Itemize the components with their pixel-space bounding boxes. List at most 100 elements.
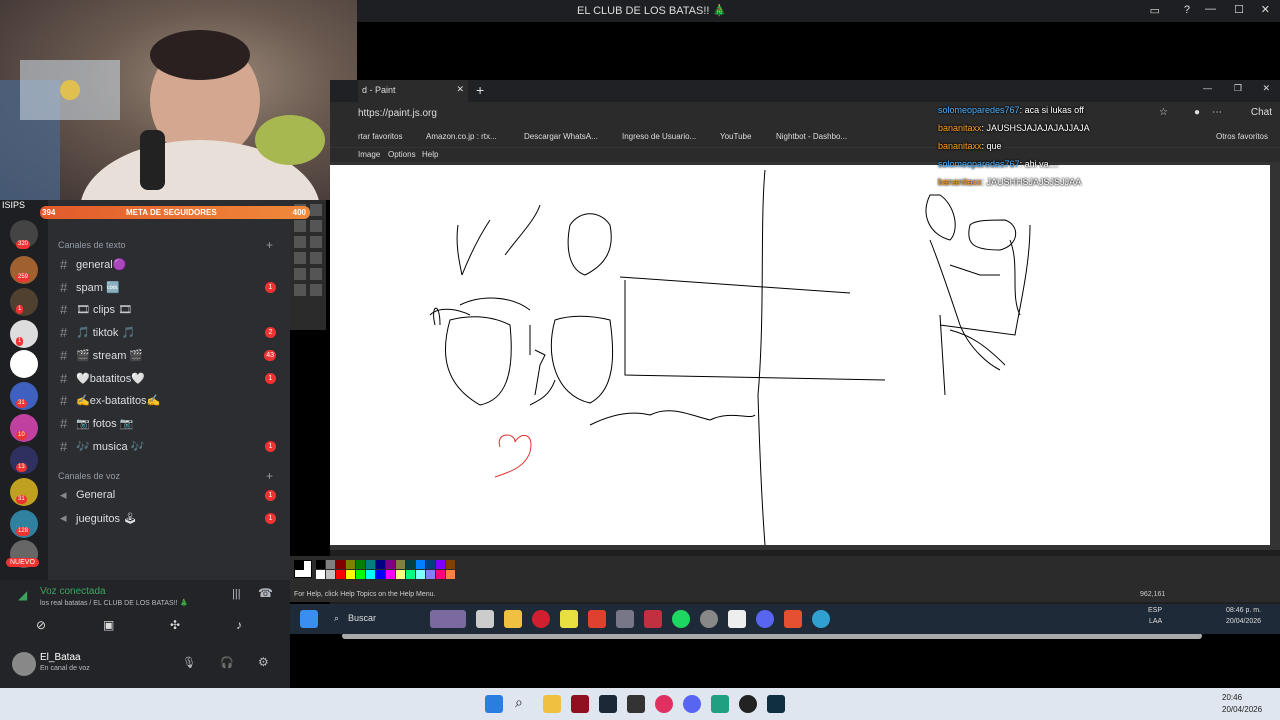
channel-fotos[interactable]: # 📷 fotos 📷 [60,413,278,433]
profile-icon[interactable]: ● [1194,107,1200,118]
palette-swatch[interactable] [366,560,375,569]
office-icon[interactable] [588,610,606,628]
bookmark-3[interactable]: Descargar WhatsA... [524,132,598,141]
palette-swatch[interactable] [366,570,375,579]
palette-swatch[interactable] [426,560,435,569]
star-icon[interactable]: ☆ [1159,107,1168,118]
palette-grid[interactable] [316,560,455,579]
channel-stream[interactable]: # 🎬 stream 🎬 43 [60,345,278,365]
steam-icon[interactable] [700,610,718,628]
voice-category[interactable]: Canales de voz [58,471,120,481]
channel-spam[interactable]: # spam 🆒 1 [60,277,278,297]
close-icon[interactable]: ✕ [1262,83,1270,94]
server-icon[interactable] [10,350,38,378]
obs-icon[interactable] [739,695,757,713]
soundboard-icon[interactable]: ♪ [236,618,242,632]
maximize-icon[interactable]: ☐ [1234,3,1244,16]
palette-swatch[interactable] [376,560,385,569]
palette-swatch[interactable] [326,560,335,569]
palette-swatch[interactable] [446,560,455,569]
opera-icon[interactable] [532,610,550,628]
steam-icon[interactable] [599,695,617,713]
palette-swatch[interactable] [436,560,445,569]
browser-tab[interactable]: d - Paint ✕ [358,80,468,102]
activities-icon[interactable]: ✣ [170,618,180,632]
add-voice-channel-icon[interactable]: + [266,469,273,483]
vm-date[interactable]: 20/04/2026 [1226,618,1261,625]
voice-location[interactable]: los real batatas / EL CLUB DE LOS BATAS!… [40,599,188,607]
search-icon[interactable]: ⌕ [334,613,339,624]
win-time[interactable]: 20:46 [1222,693,1242,702]
channel-general[interactable]: # general🟣 [60,254,278,274]
palette-swatch[interactable] [326,570,335,579]
palette-swatch[interactable] [406,560,415,569]
camera-off-icon[interactable]: ⊘ [36,618,46,632]
app-icon[interactable] [711,695,729,713]
bookmark-1[interactable]: rtar favoritos [358,132,402,141]
inbox-icon[interactable]: ▭ [1150,4,1160,17]
palette-swatch[interactable] [416,570,425,579]
palette-swatch[interactable] [386,570,395,579]
text-category[interactable]: Canales de texto [58,240,126,250]
taskview-icon[interactable] [476,610,494,628]
bookmark-5[interactable]: YouTube [720,132,751,141]
disconnect-icon[interactable]: ☎ [258,586,273,600]
channel-clips[interactable]: # 🎞 clips 🎞 [60,299,278,319]
folder-icon[interactable] [504,610,522,628]
restore-icon[interactable]: ❐ [1234,83,1242,94]
brave-icon[interactable] [784,610,802,628]
voice-channel-general[interactable]: ◂ General 1 [60,485,278,505]
user-name[interactable]: El_Bataa [40,652,81,663]
headphones-icon[interactable]: 🎧 [220,656,234,669]
palette-swatch[interactable] [346,570,355,579]
palette-swatch[interactable] [316,560,325,569]
vm-time[interactable]: 08:46 p. m. [1226,607,1261,614]
mic-icon[interactable]: 🎙 [182,656,196,669]
discord-icon[interactable] [756,610,774,628]
chat-button[interactable]: Chat [1251,107,1272,118]
notes-icon[interactable] [560,610,578,628]
channel-musica[interactable]: # 🎶 musica 🎶 1 [60,436,278,456]
noise-icon[interactable]: ||| [232,588,241,600]
folder-icon[interactable] [543,695,561,713]
discord-icon[interactable] [683,695,701,713]
palette-swatch[interactable] [336,560,345,569]
notion-icon[interactable] [728,610,746,628]
palette-swatch[interactable] [356,570,365,579]
start-icon[interactable] [485,695,503,713]
address-bar[interactable]: https://paint.js.org ☆ ● ⋯ Chat [330,102,1280,126]
channel-batatitos[interactable]: # 🤍batatitos🤍 1 [60,368,278,388]
server-icon[interactable] [10,288,38,316]
add-channel-icon[interactable]: + [266,238,273,252]
paint-canvas[interactable] [330,165,1270,639]
voice-channel-jueguitos[interactable]: ◂ jueguitos 🕹 1 [60,508,278,528]
minimize-icon[interactable]: — [1203,83,1212,93]
server-icon[interactable] [10,320,38,348]
epic-icon[interactable] [627,695,645,713]
palette-swatch[interactable] [316,570,325,579]
win-date[interactable]: 20/04/2026 [1222,705,1262,714]
palette-swatch[interactable] [436,570,445,579]
opera-icon[interactable] [571,695,589,713]
gear-icon[interactable]: ⚙ [258,655,269,669]
palette-swatch[interactable] [356,560,365,569]
edge-icon[interactable] [812,610,830,628]
bookmark-6[interactable]: Nightbot - Dashbo... [776,132,847,141]
voicemeeter-icon[interactable] [644,610,662,628]
bookmark-2[interactable]: Amazon.co.jp : rtx... [426,132,497,141]
media-icon[interactable] [655,695,673,713]
other-bookmarks[interactable]: Otros favoritos [1216,132,1268,141]
palette-swatch[interactable] [416,560,425,569]
palette-swatch[interactable] [386,560,395,569]
palette-swatch[interactable] [336,570,345,579]
lang-label[interactable]: ESP [1148,607,1162,614]
close-icon[interactable]: ✕ [1261,3,1270,16]
tools-grid[interactable] [290,200,326,330]
palette-swatch[interactable] [396,570,405,579]
menu-image[interactable]: Image [358,150,380,159]
avatar[interactable] [12,652,36,676]
palette-swatch[interactable] [346,560,355,569]
palette-swatch[interactable] [446,570,455,579]
channel-tiktok[interactable]: # 🎵 tiktok 🎵 2 [60,322,278,342]
start-icon[interactable] [300,610,318,628]
